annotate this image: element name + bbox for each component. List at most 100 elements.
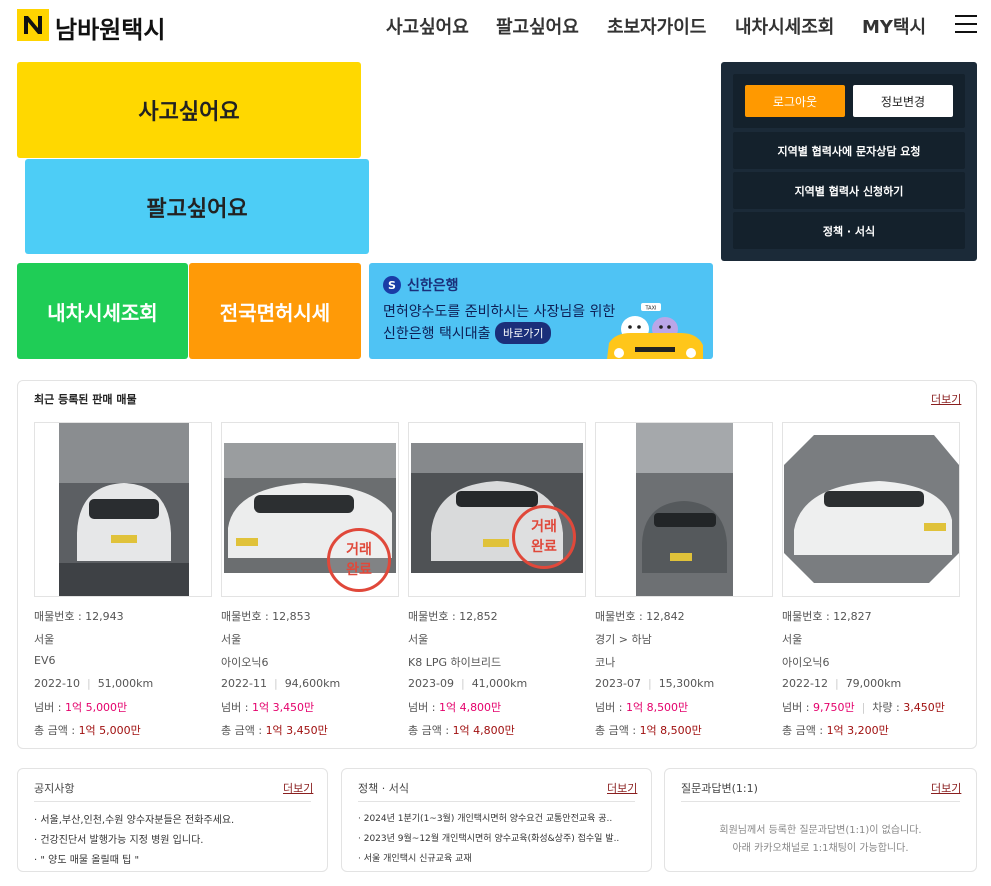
buy-tile[interactable]: 사고싶어요: [17, 62, 361, 158]
vehicle-label: 차량 :: [872, 701, 904, 714]
listing-card[interactable]: 거래 완료 매물번호 : 12,853 서울 아이오닉6 2022-11 | 94,6…: [221, 422, 399, 737]
recent-listings-section: 최근 등록된 판매 매물 더보기 매물번호 : 12,943 서울 EV6 20…: [17, 380, 977, 749]
listing-mileage: 94,600km: [284, 677, 341, 690]
total-label: 총 금액 :: [595, 724, 640, 737]
listing-license-price: 넘버 : 1억 3,450만: [221, 699, 314, 715]
stamp-line2: 완료: [346, 562, 372, 578]
policy-more-link[interactable]: 더보기: [607, 780, 637, 796]
sell-tile[interactable]: 팔고싶어요: [25, 159, 369, 254]
account-panel: 로그아웃 정보변경 지역별 협력사에 문자상담 요청 지역별 협력사 신청하기 …: [721, 62, 977, 261]
car-photo-icon: [59, 423, 189, 596]
license-label: 넘버 :: [782, 701, 813, 714]
listing-year: 2022-12: [782, 677, 828, 690]
nav-sell[interactable]: 팔고싶어요: [496, 13, 579, 39]
listing-card[interactable]: 매물번호 : 12,827 서울 아이오닉6 2022-12 | 79,000km …: [782, 422, 960, 737]
listing-card[interactable]: 매물번호 : 12,943 서울 EV6 2022-10 | 51,000km 넘버…: [34, 422, 212, 737]
sms-consult-link[interactable]: 지역별 협력사에 문자상담 요청: [733, 132, 965, 169]
sold-stamp: 거래 완료: [512, 505, 576, 569]
notice-item[interactable]: · 건강진단서 발행가능 지정 병원 입니다.: [34, 831, 203, 846]
listing-region: 서울: [221, 633, 242, 646]
bank-logo: S 신한은행: [383, 275, 459, 295]
notice-more-link[interactable]: 더보기: [283, 780, 313, 796]
listing-region: 서울: [782, 633, 803, 646]
taxi-illustration-icon: TAXI: [607, 303, 703, 359]
listing-license-price: 넘버 : 1억 4,800만: [408, 699, 501, 715]
listing-mileage: 79,000km: [845, 677, 902, 690]
listing-photo[interactable]: 거래 완료: [408, 422, 586, 597]
listing-mileage: 51,000km: [97, 677, 154, 690]
car-photo-icon: [636, 423, 733, 596]
listing-year-mileage: 2022-12 | 79,000km: [782, 677, 902, 690]
license-price: 9,750만: [812, 701, 855, 714]
total-label: 총 금액 :: [782, 724, 827, 737]
listings-more-link[interactable]: 더보기: [931, 391, 961, 407]
listing-license-price: 넘버 : 1억 8,500만: [595, 699, 688, 715]
edit-info-button[interactable]: 정보변경: [853, 85, 953, 117]
stamp-line2: 완료: [531, 539, 557, 555]
listing-number: 매물번호 : 12,852: [408, 610, 498, 623]
listing-year-mileage: 2022-10 | 51,000km: [34, 677, 154, 690]
total-price: 1억 5,000만: [78, 724, 141, 737]
policy-forms-link[interactable]: 정책 · 서식: [733, 212, 965, 249]
nav-price-check[interactable]: 내차시세조회: [735, 13, 834, 39]
banner-go-button[interactable]: 바로가기: [495, 322, 552, 344]
listing-photo[interactable]: [595, 422, 773, 597]
logo-text[interactable]: 남바원택시: [55, 10, 165, 45]
notice-title: 공지사항: [34, 782, 75, 795]
policy-item[interactable]: · 2024년 1분기(1~3월) 개인택시면허 양수요건 교통안전교육 공..: [358, 811, 612, 824]
listing-photo[interactable]: [34, 422, 212, 597]
license-label: 넘버 :: [221, 701, 252, 714]
shinhan-loan-banner[interactable]: S 신한은행 면허양수도를 준비하시는 사장님을 위한 신한은행 택시대출 바로…: [369, 263, 713, 359]
listing-model: EV6: [34, 654, 56, 667]
listing-region: 서울: [408, 633, 429, 646]
policy-item[interactable]: · 2023년 9월~12월 개인택시면허 양수교육(화성&상주) 접수일 발.…: [358, 831, 619, 844]
logout-button[interactable]: 로그아웃: [745, 85, 845, 117]
nav-buy[interactable]: 사고싶어요: [386, 13, 469, 39]
qna-box: 질문과답변(1:1) 더보기 회원님께서 등록한 질문과답변(1:1)이 없습니…: [664, 768, 977, 872]
banner-subline: 신한은행 택시대출: [383, 326, 491, 342]
listing-year-mileage: 2023-07 | 15,300km: [595, 677, 715, 690]
nav-my-taxi[interactable]: MY택시: [862, 13, 926, 39]
listing-total-price: 총 금액 : 1억 5,000만: [34, 722, 141, 738]
listing-year-mileage: 2023-09 | 41,000km: [408, 677, 528, 690]
listing-license-price: 넘버 : 1억 5,000만: [34, 699, 127, 715]
sold-stamp: 거래완료: [327, 528, 391, 592]
listing-total-price: 총 금액 : 1억 4,800만: [408, 722, 515, 738]
listing-model: K8 LPG 하이브리드: [408, 656, 502, 669]
stamp-line1: 거래: [346, 542, 372, 558]
site-header: 남바원택시 사고싶어요 팔고싶어요 초보자가이드 내차시세조회 MY택시: [0, 0, 991, 50]
listing-mileage: 41,000km: [471, 677, 528, 690]
nav-guide[interactable]: 초보자가이드: [607, 13, 706, 39]
license-label: 넘버 :: [408, 701, 439, 714]
logo-icon[interactable]: [17, 9, 49, 41]
divider: [358, 801, 635, 802]
license-price: 1억 3,450만: [251, 701, 315, 714]
menu-icon[interactable]: [955, 15, 977, 33]
qna-more-link[interactable]: 더보기: [931, 780, 961, 796]
license-price: 1억 4,800만: [438, 701, 502, 714]
listing-total-price: 총 금액 : 1억 3,200만: [782, 722, 889, 738]
total-price: 1억 3,200만: [826, 724, 889, 737]
divider: [681, 801, 960, 802]
listing-photo[interactable]: 거래완료: [221, 422, 399, 597]
partner-apply-link[interactable]: 지역별 협력사 신청하기: [733, 172, 965, 209]
listing-photo[interactable]: [782, 422, 960, 597]
license-price-tile[interactable]: 전국면허시세: [189, 263, 361, 359]
listing-card[interactable]: 매물번호 : 12,842 경기 > 하남 코나 2023-07 | 15,300k…: [595, 422, 773, 737]
total-price: 1억 4,800만: [452, 724, 515, 737]
logo-n-icon: [24, 16, 42, 34]
listing-year: 2022-11: [221, 677, 267, 690]
notice-item[interactable]: · " 양도 매물 올릴때 팁 ": [34, 851, 139, 866]
policy-box: 정책 · 서식 더보기 · 2024년 1분기(1~3월) 개인택시면허 양수요…: [341, 768, 652, 872]
price-check-tile[interactable]: 내차시세조회: [17, 263, 188, 359]
listing-year-mileage: 2022-11 | 94,600km: [221, 677, 341, 690]
listing-card[interactable]: 거래 완료 매물번호 : 12,852 서울 K8 LPG 하이브리드 2023-…: [408, 422, 586, 737]
listing-model: 아이오닉6: [782, 656, 830, 669]
banner-headline: 면허양수도를 준비하시는 사장님을 위한: [383, 304, 616, 320]
notice-item[interactable]: · 서울,부산,인천,수원 양수자분들은 전화주세요.: [34, 811, 234, 826]
qna-title: 질문과답변(1:1): [681, 782, 758, 795]
policy-item[interactable]: · 서울 개인택시 신규교육 교재: [358, 851, 472, 864]
policy-title: 정책 · 서식: [358, 782, 409, 795]
license-label: 넘버 :: [34, 701, 65, 714]
vehicle-price: 3,450만: [903, 701, 945, 714]
